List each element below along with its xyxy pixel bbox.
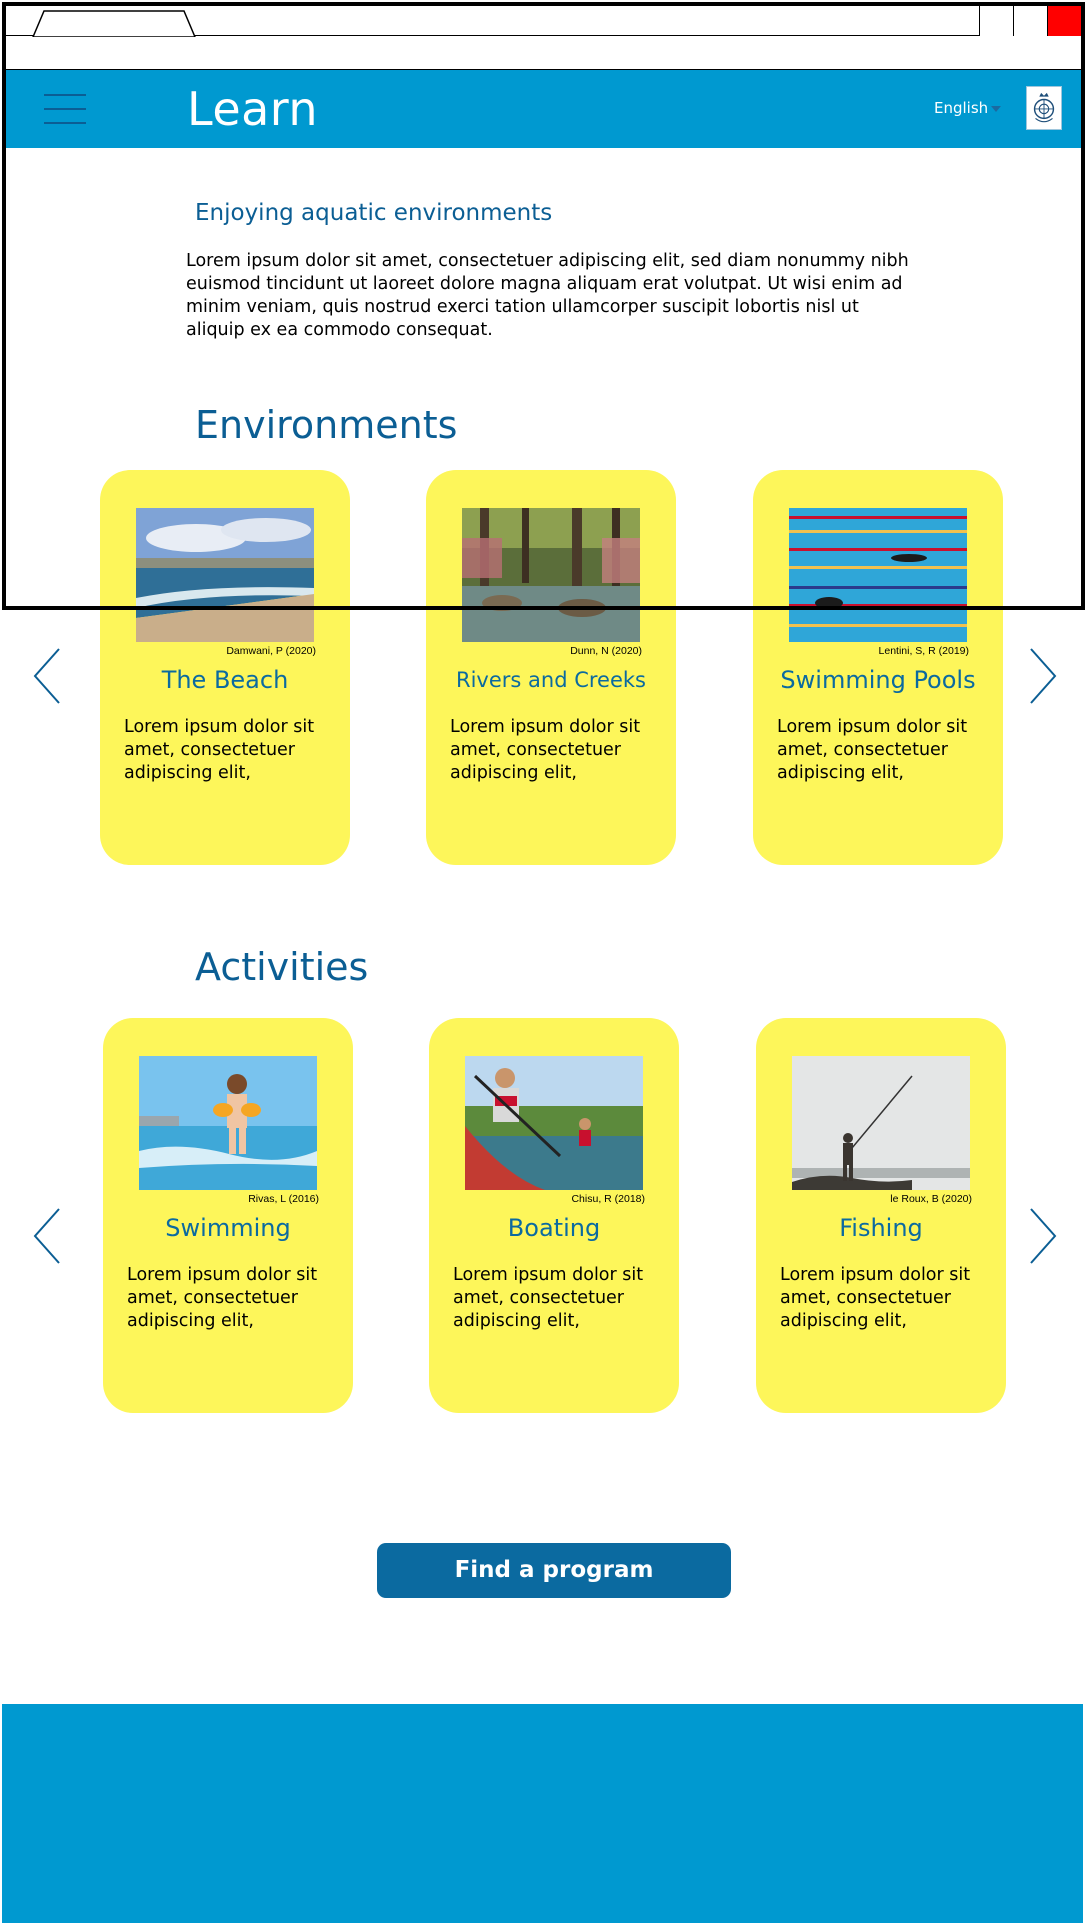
card-title: Swimming Pools <box>780 666 976 694</box>
card-title: Fishing <box>839 1214 923 1242</box>
intro-paragraph: Lorem ipsum dolor sit amet, consectetuer… <box>186 251 909 340</box>
close-window-button[interactable] <box>1047 6 1081 36</box>
maximize-button[interactable] <box>1013 6 1047 36</box>
activities-prev-arrow-icon[interactable] <box>32 1207 62 1265</box>
card-title: Rivers and Creeks <box>456 668 646 692</box>
activity-card-swimming[interactable]: Rivas, L (2016) Swimming Lorem ipsum dol… <box>103 1018 353 1413</box>
minimize-button[interactable] <box>979 6 1013 36</box>
photo-credit: Rivas, L (2016) <box>248 1193 319 1205</box>
intro-heading: Enjoying aquatic environments <box>195 200 553 226</box>
activity-card-boating[interactable]: Chisu, R (2018) Boating Lorem ipsum dolo… <box>429 1018 679 1413</box>
child-swimming-photo <box>139 1056 317 1190</box>
chevron-down-icon <box>991 105 1002 112</box>
environment-card-beach[interactable]: Damwani, P (2020) The Beach Lorem ipsum … <box>100 470 350 865</box>
card-title: Swimming <box>165 1214 291 1242</box>
card-title: The Beach <box>161 666 289 694</box>
beach-photo <box>136 508 314 642</box>
site-footer <box>2 1704 1083 1923</box>
card-title: Boating <box>507 1214 601 1242</box>
activities-next-arrow-icon[interactable] <box>1028 1207 1058 1265</box>
kayak-photo <box>465 1056 643 1190</box>
find-program-button[interactable]: Find a program <box>377 1543 731 1598</box>
crest-logo-icon[interactable] <box>1026 86 1062 130</box>
card-description: Lorem ipsum dolor sit amet, consectetuer… <box>124 717 315 783</box>
site-header: Learn English <box>6 70 1081 148</box>
environments-prev-arrow-icon[interactable] <box>32 647 62 705</box>
card-description: Lorem ipsum dolor sit amet, consectetuer… <box>127 1265 318 1331</box>
browser-tab[interactable] <box>32 10 196 38</box>
photo-credit: Damwani, P (2020) <box>226 645 316 657</box>
photo-credit: le Roux, B (2020) <box>890 1193 972 1205</box>
fishing-photo <box>792 1056 970 1190</box>
environments-heading: Environments <box>195 403 458 447</box>
card-description: Lorem ipsum dolor sit amet, consectetuer… <box>777 717 968 783</box>
language-label: English <box>934 99 989 117</box>
browser-titlebar <box>6 6 1081 38</box>
environment-card-rivers[interactable]: Dunn, N (2020) Rivers and Creeks Lorem i… <box>426 470 676 865</box>
environment-card-pools[interactable]: Lentini, S, R (2019) Swimming Pools Lore… <box>753 470 1003 865</box>
site-title: Learn <box>187 82 319 136</box>
activities-heading: Activities <box>195 945 369 989</box>
activity-card-fishing[interactable]: le Roux, B (2020) Fishing Lorem ipsum do… <box>756 1018 1006 1413</box>
card-description: Lorem ipsum dolor sit amet, consectetuer… <box>453 1265 644 1331</box>
photo-credit: Chisu, R (2018) <box>571 1193 645 1205</box>
hamburger-menu-icon[interactable] <box>44 93 86 125</box>
environments-next-arrow-icon[interactable] <box>1028 647 1058 705</box>
card-description: Lorem ipsum dolor sit amet, consectetuer… <box>450 717 641 783</box>
address-bar[interactable] <box>6 37 1081 70</box>
card-description: Lorem ipsum dolor sit amet, consectetuer… <box>780 1265 971 1331</box>
photo-credit: Lentini, S, R (2019) <box>878 645 969 657</box>
pool-photo <box>789 508 967 642</box>
creek-photo <box>462 508 640 642</box>
language-select[interactable]: English <box>934 99 1002 117</box>
photo-credit: Dunn, N (2020) <box>570 645 642 657</box>
